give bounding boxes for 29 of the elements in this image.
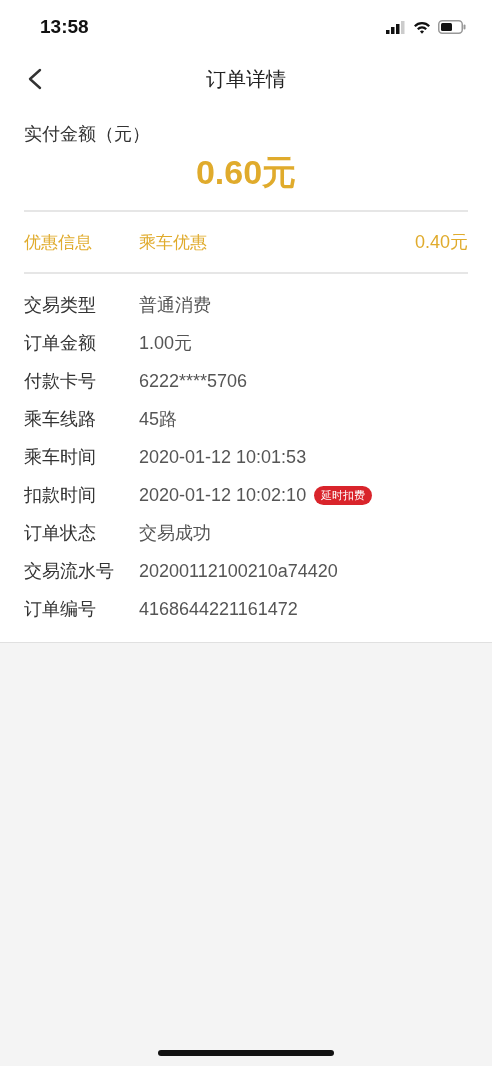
- signal-icon: [386, 20, 406, 34]
- discount-amount: 0.40元: [414, 231, 468, 254]
- detail-value: 45路: [139, 408, 178, 431]
- detail-label: 交易类型: [24, 294, 97, 317]
- detail-label: 乘车时间: [24, 446, 97, 469]
- status-time: 13:58: [40, 16, 89, 38]
- detail-value: 4168644221161472: [139, 598, 298, 620]
- detail-label: 扣款时间: [24, 484, 97, 507]
- delay-tag: 延时扣费: [314, 485, 373, 505]
- detail-label: 付款卡号: [24, 370, 97, 393]
- detail-value: 2020-01-12 10:01:53: [139, 446, 307, 468]
- detail-value: 1.00元: [139, 332, 193, 355]
- discount-name: 乘车优惠: [139, 230, 208, 254]
- detail-label: 乘车线路: [24, 408, 97, 431]
- paid-amount: 0.60元: [194, 152, 298, 193]
- detail-label: 订单编号: [24, 598, 97, 621]
- detail-value: 6222****5706: [139, 370, 248, 392]
- wifi-icon: [413, 20, 431, 34]
- discount-label: 优惠信息: [24, 230, 93, 254]
- detail-label: 订单状态: [24, 522, 97, 545]
- paid-amount-label: 实付金额（元）: [24, 122, 151, 146]
- detail-value: 交易成功: [139, 522, 211, 545]
- page-title: 订单详情: [206, 65, 286, 93]
- detail-value: 2020-01-12 10:02:10: [139, 484, 307, 506]
- detail-label: 订单金额: [24, 332, 97, 355]
- detail-label: 交易流水号: [24, 560, 115, 583]
- battery-icon: [438, 20, 466, 34]
- detail-value: 普通消费: [139, 294, 211, 317]
- detail-value: 20200112100210a74420: [139, 560, 338, 582]
